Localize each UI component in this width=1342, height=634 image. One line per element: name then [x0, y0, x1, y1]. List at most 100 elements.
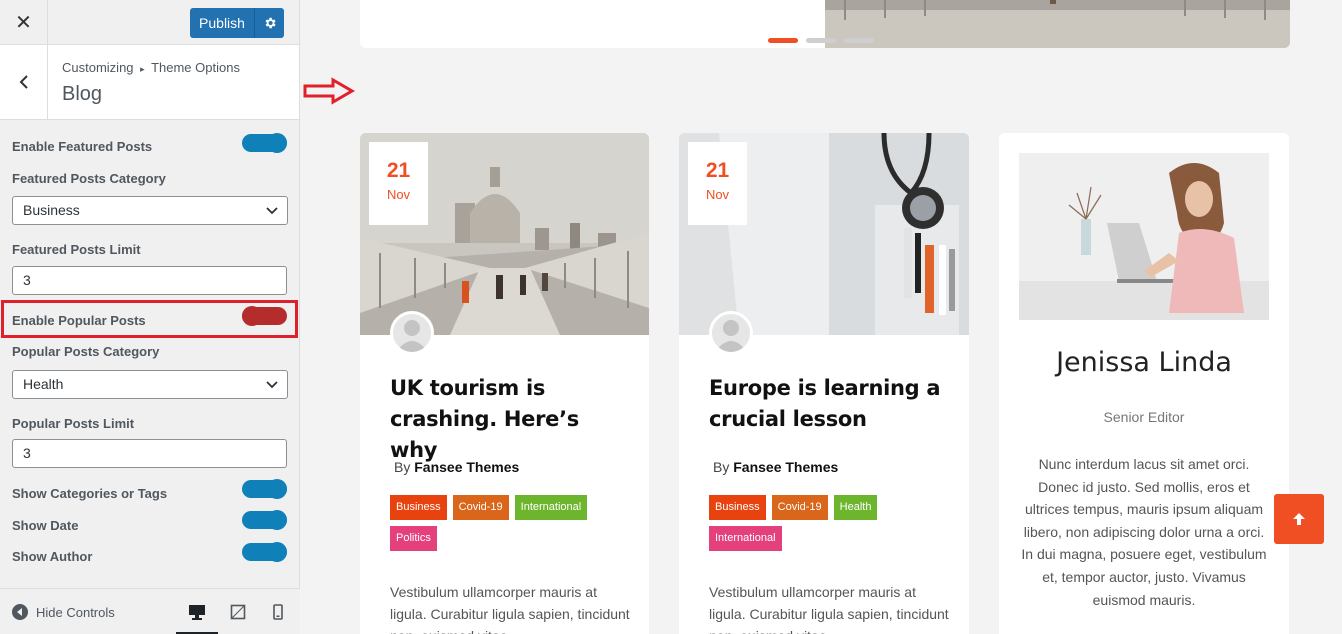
enable-featured-label: Enable Featured Posts — [12, 139, 153, 154]
breadcrumb-section: Theme Options — [151, 60, 240, 75]
tag-international[interactable]: International — [514, 495, 588, 520]
customizer-sidebar: ✕ Publish Customizing ▸ Theme Options Bl… — [0, 0, 300, 634]
mobile-preview-button[interactable] — [267, 601, 289, 623]
popular-limit-label: Popular Posts Limit — [12, 416, 135, 431]
enable-featured-toggle[interactable] — [242, 133, 287, 153]
author-profile-widget: Jenissa Linda Senior Editor Nunc interdu… — [999, 133, 1289, 634]
profile-role: Senior Editor — [1103, 409, 1185, 425]
post-date: 21 Nov — [688, 142, 747, 225]
tag-health[interactable]: Health — [833, 495, 878, 520]
arrow-up-icon — [1293, 513, 1305, 525]
scroll-to-top-button[interactable] — [1274, 494, 1324, 544]
byline-prefix: By — [713, 459, 730, 475]
sidebar-header-bar: ✕ Publish — [0, 0, 299, 45]
hide-controls-button[interactable]: Hide Controls — [12, 604, 115, 620]
slider-image — [825, 0, 1290, 48]
enable-popular-toggle[interactable] — [242, 306, 287, 326]
tag-politics[interactable]: Politics — [390, 526, 437, 551]
desktop-preview-button[interactable] — [176, 601, 218, 634]
tablet-icon — [230, 604, 246, 620]
breadcrumb-root: Customizing — [62, 60, 134, 75]
enable-popular-label: Enable Popular Posts — [12, 313, 146, 328]
popular-category-select[interactable]: Health — [12, 370, 288, 399]
show-categories-label: Show Categories or Tags — [12, 486, 168, 501]
tag-covid-19[interactable]: Covid-19 — [771, 495, 828, 520]
toggle-knob — [267, 133, 287, 153]
close-icon: ✕ — [15, 12, 32, 34]
post-tags: Business Covid-19 International Politics — [390, 495, 630, 551]
section-header: Customizing ▸ Theme Options Blog — [0, 45, 299, 120]
post-card[interactable]: 21 Nov UK tourism is crashing. Here’s wh… — [360, 133, 649, 634]
tag-covid-19[interactable]: Covid-19 — [452, 495, 509, 520]
gear-icon — [265, 17, 276, 29]
desktop-icon — [189, 605, 205, 620]
show-date-toggle[interactable] — [242, 510, 287, 530]
user-icon — [715, 320, 747, 352]
toggle-knob — [267, 510, 287, 530]
breadcrumb-separator: ▸ — [140, 64, 145, 74]
post-month: Nov — [705, 187, 730, 202]
post-card[interactable]: 21 Nov Europe is learning a crucial less… — [679, 133, 969, 634]
post-title[interactable]: UK tourism is crashing. Here’s why — [390, 373, 630, 466]
tag-business[interactable]: Business — [709, 495, 766, 520]
show-author-toggle[interactable] — [242, 542, 287, 562]
featured-category-value: Business — [23, 202, 80, 218]
post-day: 21 — [705, 159, 730, 182]
post-excerpt: Vestibulum ullamcorper mauris at ligula.… — [390, 584, 630, 634]
woman-laptop-photo — [1019, 153, 1269, 320]
popular-category-value: Health — [23, 376, 64, 392]
byline-prefix: By — [394, 459, 411, 475]
site-preview: 21 Nov UK tourism is crashing. Here’s wh… — [300, 0, 1342, 634]
post-date: 21 Nov — [369, 142, 428, 225]
featured-category-label: Featured Posts Category — [12, 171, 166, 186]
show-categories-toggle[interactable] — [242, 479, 287, 499]
back-button[interactable] — [0, 45, 48, 119]
profile-bio: Nunc interdum lacus sit amet orci. Donec… — [1021, 456, 1267, 608]
post-byline: By Fansee Themes — [713, 459, 838, 475]
chevron-down-icon — [266, 381, 278, 389]
collapse-icon — [12, 604, 28, 620]
tag-international[interactable]: International — [709, 526, 782, 551]
publish-button[interactable]: Publish — [190, 15, 254, 31]
profile-name: Jenissa Linda — [1056, 347, 1232, 378]
post-author[interactable]: Fansee Themes — [414, 459, 519, 475]
toggle-knob — [242, 306, 262, 326]
profile-photo — [1019, 153, 1269, 320]
publish-button-group: Publish — [190, 8, 284, 38]
breadcrumb: Customizing ▸ Theme Options — [62, 60, 240, 75]
featured-limit-label: Featured Posts Limit — [12, 242, 141, 257]
slider-dot[interactable] — [844, 38, 874, 43]
chevron-left-icon — [19, 75, 28, 89]
tablet-preview-button[interactable] — [227, 601, 249, 623]
slider-dot[interactable] — [806, 38, 836, 43]
author-avatar[interactable] — [390, 311, 434, 355]
popular-category-label: Popular Posts Category — [12, 344, 160, 359]
mobile-icon — [273, 604, 283, 620]
featured-category-select[interactable]: Business — [12, 196, 288, 225]
slider-dot[interactable] — [768, 38, 798, 43]
show-author-label: Show Author — [12, 549, 93, 564]
post-excerpt: Vestibulum ullamcorper mauris at ligula.… — [709, 584, 949, 634]
post-day: 21 — [386, 159, 411, 182]
chevron-down-icon — [266, 207, 278, 215]
toggle-knob — [267, 479, 287, 499]
post-month: Nov — [386, 187, 411, 202]
post-author[interactable]: Fansee Themes — [733, 459, 838, 475]
slider-dots — [768, 38, 874, 43]
toggle-knob — [267, 542, 287, 562]
author-avatar[interactable] — [709, 311, 753, 355]
arrow-right-icon — [303, 77, 355, 105]
featured-limit-input[interactable]: 3 — [12, 266, 287, 295]
popular-limit-input[interactable]: 3 — [12, 439, 287, 468]
post-title[interactable]: Europe is learning a crucial lesson — [709, 373, 949, 435]
publish-settings-button[interactable] — [254, 8, 284, 38]
user-icon — [396, 320, 428, 352]
close-customizer-button[interactable]: ✕ — [0, 0, 48, 45]
post-byline: By Fansee Themes — [394, 459, 519, 475]
tag-business[interactable]: Business — [390, 495, 447, 520]
sidebar-footer: Hide Controls — [0, 588, 300, 634]
bridge-photo — [825, 0, 1290, 48]
featured-slider — [360, 0, 1290, 48]
show-date-label: Show Date — [12, 518, 79, 533]
section-title: Blog — [62, 83, 103, 105]
